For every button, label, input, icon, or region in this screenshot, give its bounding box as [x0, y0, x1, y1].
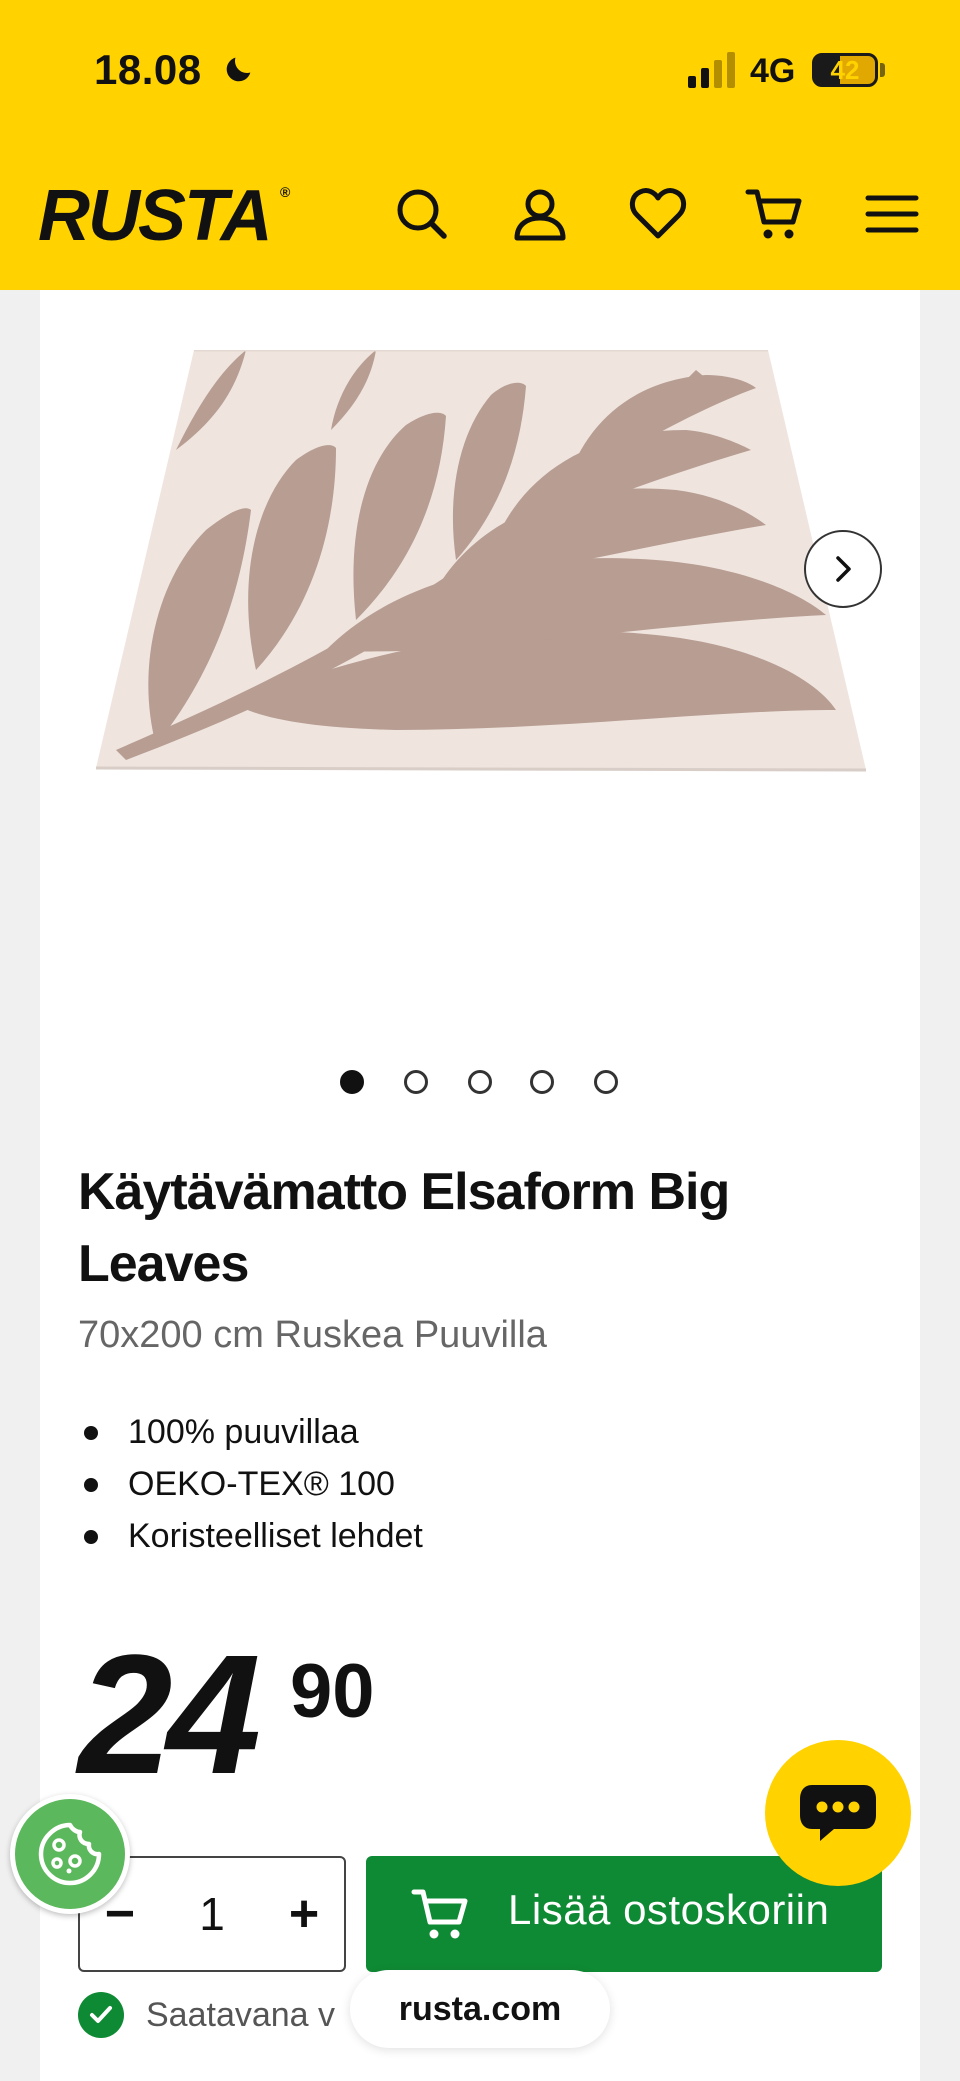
battery-tip [880, 63, 885, 77]
search-icon[interactable] [392, 184, 452, 244]
signal-icon [688, 52, 735, 88]
chat-button[interactable] [765, 1740, 911, 1886]
pagination-dot[interactable] [594, 1070, 618, 1094]
availability-text: Saatavana v [146, 1996, 336, 2034]
logo-registered-mark: ® [280, 184, 291, 200]
cart-icon[interactable] [744, 184, 804, 244]
cookie-settings-button[interactable] [10, 1794, 130, 1914]
pagination-dot[interactable] [404, 1070, 428, 1094]
pagination-dot[interactable] [468, 1070, 492, 1094]
quantity-value[interactable]: 1 [160, 1858, 264, 1970]
user-icon[interactable] [510, 184, 570, 244]
product-subtitle: 70x200 cm Ruskea Puuvilla [78, 1314, 547, 1356]
moon-icon [226, 57, 251, 82]
feature-item: Koristeelliset lehdet [78, 1510, 423, 1562]
increase-quantity-button[interactable]: + [264, 1858, 344, 1970]
cookie-icon [38, 1822, 102, 1886]
chevron-right-icon [836, 556, 851, 582]
image-pagination [340, 1070, 630, 1094]
feature-item: 100% puuvillaa [78, 1406, 423, 1458]
menu-icon[interactable] [862, 184, 922, 244]
battery-indicator: 42 [812, 53, 878, 87]
feature-item: OEKO-TEX® 100 [78, 1458, 423, 1510]
cart-icon [411, 1889, 468, 1939]
product-image[interactable] [96, 350, 866, 780]
next-image-button[interactable] [804, 530, 882, 608]
heart-icon[interactable] [628, 184, 688, 244]
price-integer: 24 [78, 1620, 261, 1810]
price-decimals: 90 [290, 1649, 375, 1734]
pagination-dot[interactable] [530, 1070, 554, 1094]
browser-url-bar[interactable]: rusta.com [350, 1970, 610, 2048]
rusta-logo[interactable]: RUSTA [38, 176, 273, 256]
network-type: 4G [750, 52, 796, 90]
product-features: 100% puuvillaa OEKO-TEX® 100 Koristeelli… [78, 1406, 423, 1562]
check-icon [78, 1992, 124, 2038]
product-title: Käytävämatto Elsaform Big Leaves [78, 1163, 730, 1293]
add-to-cart-label: Lisää ostoskoriin [508, 1886, 830, 1933]
pagination-dot[interactable] [340, 1070, 364, 1094]
site-header: 18.08 4G 42 RUSTA ® [0, 0, 960, 290]
status-time: 18.08 [94, 46, 202, 93]
chat-icon [800, 1785, 876, 1841]
battery-level: 42 [830, 55, 860, 85]
